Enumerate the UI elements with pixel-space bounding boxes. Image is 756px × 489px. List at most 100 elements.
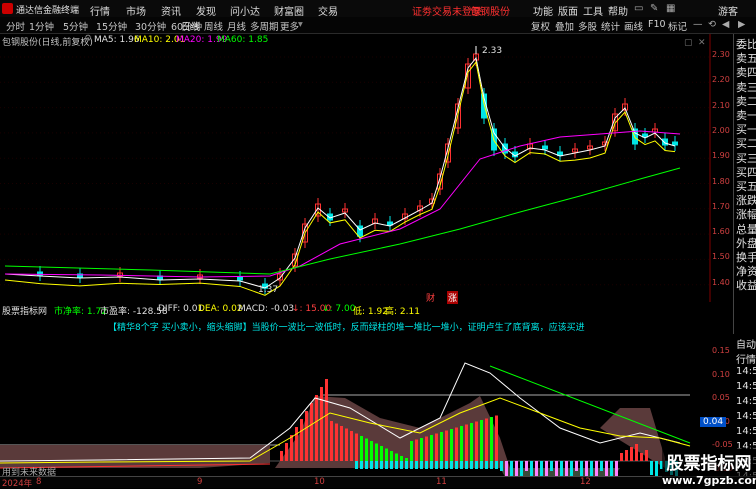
period-duozhouqi[interactable]: 多周期 — [250, 19, 279, 33]
menu-faxian[interactable]: 发现 — [196, 3, 216, 18]
macd-bar — [415, 461, 418, 469]
y-tick-label: 2.10 — [712, 100, 730, 110]
quote-label: 收益 — [736, 279, 756, 293]
macd-bar — [345, 428, 348, 461]
macd-bar — [605, 461, 608, 476]
macd-bar — [285, 443, 288, 461]
btn-biaoji[interactable]: 标记 — [668, 19, 687, 33]
macd-bar — [395, 461, 398, 469]
macd-bar — [515, 461, 518, 476]
macd-bar — [455, 427, 458, 461]
x-label-year: 2024年 — [2, 479, 33, 489]
btn-diejia[interactable]: 叠加 — [555, 19, 574, 33]
chevron-down-icon[interactable]: ▾ — [298, 19, 303, 30]
period-toolbar: 分时 1分钟 5分钟 15分钟 30分钟 60分钟 日线 周线 月线 多周期 更… — [0, 17, 756, 34]
menu-caifuquan[interactable]: 财富圈 — [274, 3, 304, 18]
macd-bar — [595, 461, 598, 476]
macd-bar — [410, 441, 413, 461]
tick-time: 14:56 — [736, 366, 756, 377]
low-label: 低: 1.92 — [353, 307, 388, 317]
menu-bangzhu[interactable]: 帮助 — [608, 3, 628, 18]
btn-duogu[interactable]: 多股 — [578, 19, 597, 33]
period-1min[interactable]: 1分钟 — [29, 19, 54, 33]
app-logo-icon — [2, 3, 13, 14]
macd-bar — [390, 461, 393, 469]
macd-bar — [640, 453, 643, 461]
macd-indicator-chart[interactable] — [0, 318, 712, 476]
ma20-line — [4, 130, 681, 278]
menu-zixun[interactable]: 资讯 — [161, 3, 181, 18]
settings-icon[interactable]: ✎ — [650, 3, 658, 14]
y-tick-label: 1.60 — [712, 227, 730, 237]
period-yuexian[interactable]: 月线 — [227, 19, 246, 33]
menu-shichang[interactable]: 市场 — [126, 3, 146, 18]
btn-huaxian[interactable]: 画线 — [624, 19, 643, 33]
macd-bar — [485, 461, 488, 469]
macd-bar — [355, 433, 358, 461]
macd-bar — [470, 461, 473, 469]
tick-time: 自动 — [736, 340, 756, 351]
macd-bar — [485, 418, 488, 461]
macd-bar — [530, 461, 533, 476]
period-5min[interactable]: 5分钟 — [63, 19, 88, 33]
macd-bar — [565, 461, 568, 476]
minimize-icon[interactable]: ▭ — [634, 3, 643, 14]
macd-bar — [480, 461, 483, 469]
macd-bar — [590, 461, 593, 476]
macd-bar — [620, 453, 623, 461]
macd-bar — [645, 450, 648, 461]
period-30min[interactable]: 30分钟 — [135, 19, 166, 33]
period-15min[interactable]: 15分钟 — [96, 19, 127, 33]
menu-jiaoyi[interactable]: 交易 — [318, 3, 338, 18]
y-tick-label: 1.90 — [712, 151, 730, 161]
menu-banmian[interactable]: 版面 — [558, 3, 578, 18]
ma5-line — [4, 56, 676, 289]
macd-bar — [460, 461, 463, 469]
minus-icon[interactable]: — — [693, 19, 703, 30]
macd-bar — [450, 429, 453, 461]
macd-bar — [425, 461, 428, 469]
menu-gongju[interactable]: 工具 — [583, 3, 603, 18]
macd-bar — [315, 395, 318, 461]
macd-bar — [300, 419, 303, 461]
period-more[interactable]: 更多 — [280, 19, 299, 33]
btn-tongji[interactable]: 统计 — [601, 19, 620, 33]
kline-chart[interactable] — [0, 34, 733, 302]
btn-f10[interactable]: F10 — [648, 19, 666, 30]
candle-body — [642, 133, 648, 138]
period-fenshi[interactable]: 分时 — [6, 19, 25, 33]
macd-bar — [350, 431, 353, 461]
macd-bar — [540, 461, 543, 476]
ma10-line — [4, 61, 676, 296]
macd-bar — [375, 461, 378, 469]
grid-icon[interactable]: ▦ — [666, 3, 675, 14]
macd-bar — [430, 461, 433, 469]
period-rixian[interactable]: 日线 — [181, 19, 200, 33]
x-label-dec: 12 — [580, 477, 591, 487]
macd-bar — [495, 415, 498, 461]
watermark-title: 股票指标网 — [666, 454, 752, 474]
menu-hangqing[interactable]: 行情 — [90, 3, 110, 18]
macd-bar — [360, 461, 363, 469]
refresh-icon[interactable]: ⟲ — [708, 19, 716, 30]
y-tick-label: 2.30 — [712, 50, 730, 59]
macd-bar — [555, 461, 558, 476]
menu-wenxiaoda[interactable]: 问小达 — [230, 3, 260, 18]
macd-bar — [475, 421, 478, 461]
macd-bar — [440, 432, 443, 461]
macd-bar — [450, 461, 453, 469]
user-label[interactable]: 游客 — [718, 3, 738, 18]
menu-gongneng[interactable]: 功能 — [533, 3, 553, 18]
dea-label: DEA: 0.02 — [198, 304, 243, 314]
macd-bar — [460, 426, 463, 461]
macd-bar — [490, 417, 493, 461]
macd-bar — [310, 403, 313, 461]
prev-icon[interactable]: ◀ — [722, 19, 729, 30]
next-icon[interactable]: ▶ — [738, 19, 745, 30]
macd-bar — [365, 438, 368, 461]
btn-fuquan[interactable]: 复权 — [531, 19, 550, 33]
trend-line — [489, 365, 691, 444]
macd-bar — [385, 448, 388, 461]
indicator-value-badge: 0.04 — [700, 417, 727, 427]
period-zhouxian[interactable]: 周线 — [204, 19, 223, 33]
